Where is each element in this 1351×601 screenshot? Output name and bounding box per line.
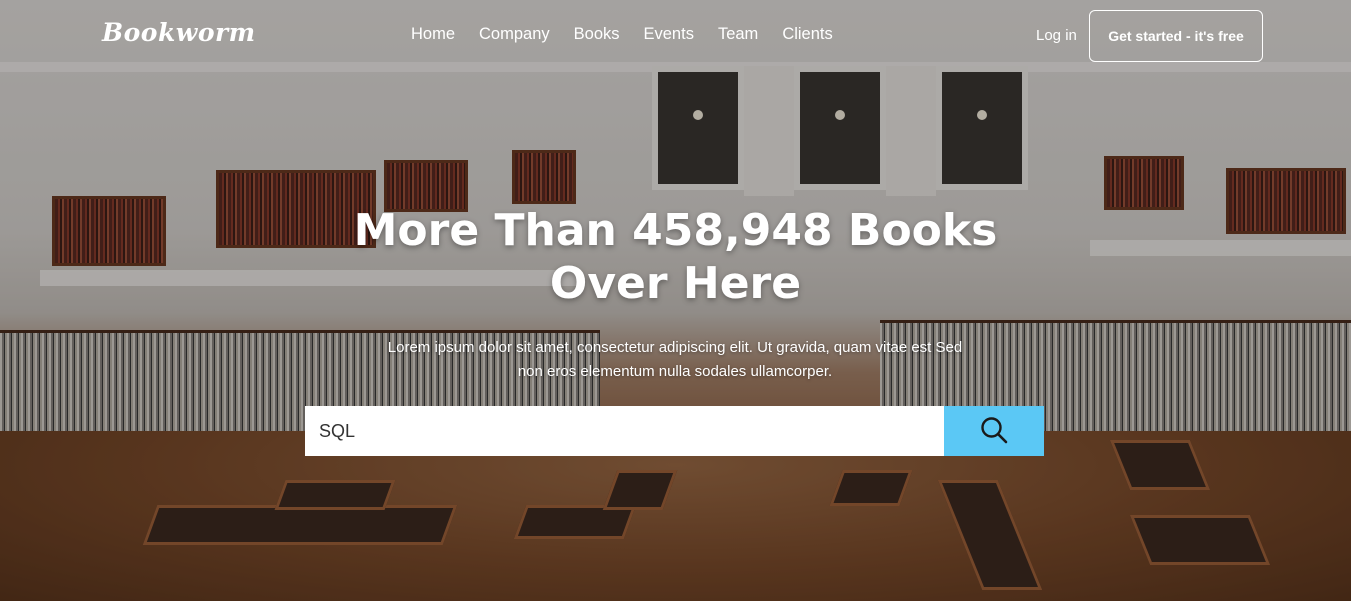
brand-logo[interactable]: Bookworm	[102, 18, 256, 47]
get-started-button[interactable]: Get started - it's free	[1089, 10, 1263, 62]
hero-title-line-1: More Than 458,948 Books	[353, 205, 998, 256]
nav-item-company[interactable]: Company	[479, 25, 550, 44]
login-link[interactable]: Log in	[1036, 27, 1077, 44]
nav-item-team[interactable]: Team	[718, 25, 758, 44]
search-input[interactable]	[305, 406, 944, 456]
nav-item-clients[interactable]: Clients	[782, 25, 832, 44]
main-menu: Home Company Books Events Team Clients	[411, 25, 833, 44]
nav-item-books[interactable]: Books	[574, 25, 620, 44]
hero-title: More Than 458,948 Books Over Here	[0, 204, 1351, 310]
hero-title-line-2: Over Here	[549, 258, 802, 309]
search-button[interactable]	[944, 406, 1044, 456]
top-navigation: Bookworm Home Company Books Events Team …	[0, 0, 1351, 70]
hero-subtitle: Lorem ipsum dolor sit amet, consectetur …	[387, 339, 963, 380]
search-icon	[980, 416, 1008, 447]
nav-item-events[interactable]: Events	[644, 25, 694, 44]
search-bar	[305, 406, 1044, 456]
nav-item-home[interactable]: Home	[411, 25, 455, 44]
